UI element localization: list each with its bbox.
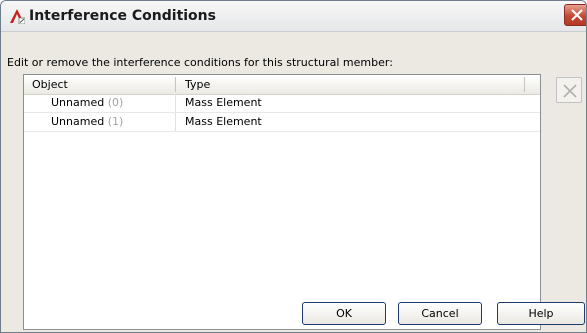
instructions-label: Edit or remove the interference conditio… xyxy=(7,56,393,69)
dialog-body: Edit or remove the interference conditio… xyxy=(1,32,586,332)
table-row[interactable]: Unnamed (1) Mass Element xyxy=(24,113,540,132)
autocad-icon xyxy=(9,8,26,25)
object-type-cell: Mass Element xyxy=(185,96,262,109)
ok-button[interactable]: OK xyxy=(302,302,386,325)
list-header: Object Type xyxy=(24,75,540,95)
column-header-type[interactable]: Type xyxy=(185,78,210,91)
dialog-title: Interference Conditions xyxy=(29,8,216,24)
help-button[interactable]: Help xyxy=(497,302,585,325)
remove-condition-button[interactable] xyxy=(556,77,582,103)
object-index: (1) xyxy=(107,115,124,128)
object-name: Unnamed xyxy=(51,96,105,109)
column-separator[interactable] xyxy=(175,77,176,92)
object-name-cell: Unnamed (1) xyxy=(51,115,123,128)
table-row[interactable]: Unnamed (0) Mass Element xyxy=(24,94,540,113)
row-divider xyxy=(175,94,176,112)
object-index: (0) xyxy=(107,96,124,109)
close-button[interactable] xyxy=(564,4,586,26)
cancel-button[interactable]: Cancel xyxy=(398,302,482,325)
dialog-window: Interference Conditions Edit or remove t… xyxy=(0,0,587,333)
row-divider xyxy=(175,113,176,131)
object-name: Unnamed xyxy=(51,115,105,128)
column-separator[interactable] xyxy=(524,77,525,92)
object-type-cell: Mass Element xyxy=(185,115,262,128)
title-bar[interactable]: Interference Conditions xyxy=(1,1,586,32)
column-header-object[interactable]: Object xyxy=(32,78,68,91)
conditions-list[interactable]: Object Type Unnamed (0) Mass Element Unn… xyxy=(23,74,541,330)
object-name-cell: Unnamed (0) xyxy=(51,96,123,109)
